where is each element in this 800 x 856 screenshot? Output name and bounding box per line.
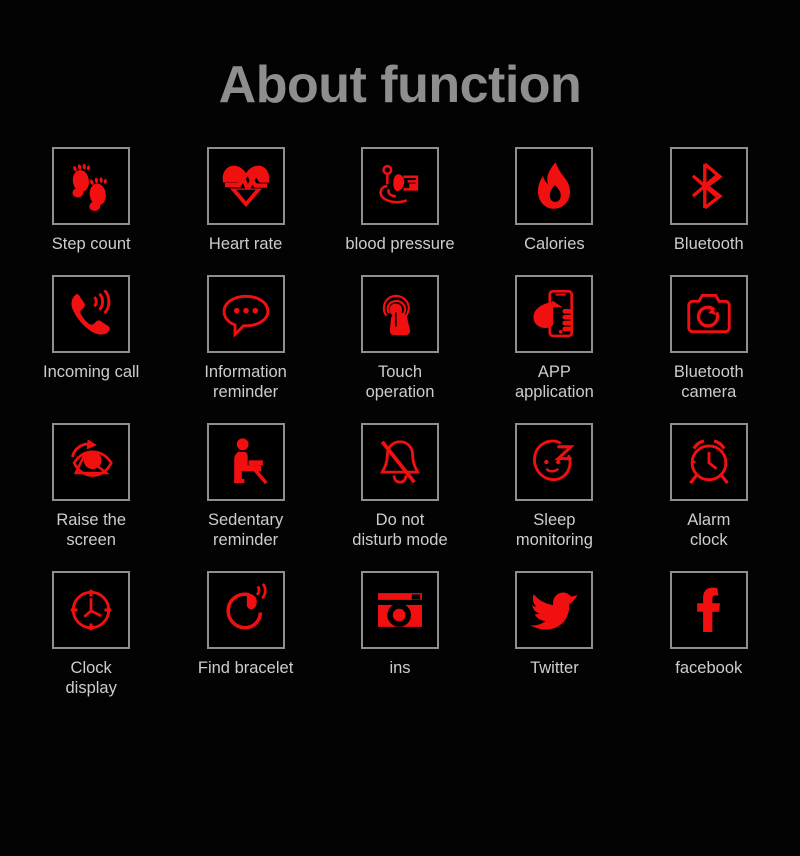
camera-icon	[687, 293, 731, 333]
feature-item-alarm-clock[interactable]: Alarm clock	[639, 422, 779, 550]
about-function-page: About function Step count Heart rate blo…	[0, 0, 800, 856]
icon-box[interactable]	[360, 570, 439, 649]
speech-bubble-dots-icon	[222, 294, 269, 338]
icon-box[interactable]	[52, 274, 131, 353]
feature-label: Incoming call	[43, 362, 140, 381]
alarm-clock-icon	[688, 439, 729, 484]
feature-item-heart-rate[interactable]: Heart rate	[176, 146, 316, 254]
touch-gesture-icon	[382, 294, 411, 335]
feature-item-blood-pressure[interactable]: blood pressure	[330, 146, 470, 254]
feature-item-touch-operation[interactable]: Touch operation	[330, 274, 470, 402]
heart-pulse-icon	[222, 165, 269, 207]
feature-item-bluetooth[interactable]: Bluetooth	[639, 146, 779, 254]
flame-icon	[538, 162, 571, 209]
feature-item-raise-the-screen[interactable]: Raise the screen	[21, 422, 161, 550]
feature-item-calories[interactable]: Calories	[484, 146, 624, 254]
feature-label: Calories	[524, 234, 585, 253]
feature-item-information-reminder[interactable]: Information reminder	[176, 274, 316, 402]
feature-item-app-application[interactable]: APP application	[484, 274, 624, 402]
feature-label: Alarm clock	[687, 510, 731, 549]
icon-box[interactable]	[515, 146, 594, 225]
feature-item-sleep-monitoring[interactable]: Sleep monitoring	[484, 422, 624, 550]
icon-box[interactable]	[515, 274, 594, 353]
feature-item-find-bracelet[interactable]: Find bracelet	[176, 570, 316, 698]
feature-label: Heart rate	[208, 234, 283, 253]
facebook-f-icon	[696, 587, 720, 632]
feature-label: Information reminder	[204, 362, 287, 401]
icon-box[interactable]	[360, 146, 439, 225]
feature-label: Step count	[51, 234, 131, 253]
icon-box[interactable]	[669, 570, 748, 649]
feature-label: Bluetooth	[673, 234, 744, 253]
icon-box[interactable]	[206, 422, 285, 501]
feature-item-clock-display[interactable]: Clock display	[21, 570, 161, 698]
bluetooth-icon	[691, 162, 723, 210]
instagram-icon	[378, 592, 422, 627]
feature-label: facebook	[675, 658, 743, 677]
icon-box[interactable]	[52, 570, 131, 649]
feature-item-instagram[interactable]: ins	[330, 570, 470, 698]
feature-label: Sedentary reminder	[207, 510, 284, 549]
icon-box[interactable]	[52, 422, 131, 501]
feature-label: APP application	[514, 362, 594, 401]
feature-label: blood pressure	[345, 234, 455, 253]
page-title: About function	[218, 56, 582, 114]
ringing-phone-icon	[71, 289, 111, 335]
icon-box[interactable]	[206, 146, 285, 225]
icon-box[interactable]	[515, 422, 594, 501]
vibrating-bracelet-icon	[226, 582, 267, 630]
icon-box[interactable]	[360, 422, 439, 501]
blood-pressure-monitor-icon	[379, 164, 419, 204]
feature-label: Sleep monitoring	[515, 510, 593, 549]
feature-item-facebook[interactable]: facebook	[639, 570, 779, 698]
sleeping-face-z-icon	[533, 439, 576, 481]
twitter-bird-icon	[530, 592, 579, 630]
feature-item-bluetooth-camera[interactable]: Bluetooth camera	[639, 274, 779, 402]
icon-box[interactable]	[206, 274, 285, 353]
feature-item-do-not-disturb[interactable]: Do not disturb mode	[330, 422, 470, 550]
feature-label: Touch operation	[365, 362, 435, 401]
icon-box[interactable]	[52, 146, 131, 225]
feature-item-twitter[interactable]: Twitter	[484, 570, 624, 698]
feature-label: Twitter	[530, 658, 579, 677]
feature-label: Do not disturb mode	[352, 510, 448, 549]
eye-rotate-icon	[71, 439, 113, 477]
icon-box[interactable]	[669, 422, 748, 501]
feature-label: Raise the screen	[56, 510, 127, 549]
bell-slash-icon	[379, 440, 421, 484]
feature-label: Bluetooth camera	[673, 362, 744, 401]
feature-item-incoming-call[interactable]: Incoming call	[21, 274, 161, 402]
icon-box[interactable]	[206, 570, 285, 649]
icon-box[interactable]	[669, 146, 748, 225]
feature-grid: Step count Heart rate blood pressure Cal…	[0, 146, 800, 698]
seated-person-icon	[233, 438, 268, 485]
clock-dial-icon	[70, 589, 112, 631]
hand-holding-phone-icon	[533, 289, 574, 338]
feature-item-step-count[interactable]: Step count	[21, 146, 161, 254]
icon-box[interactable]	[360, 274, 439, 353]
footprints-icon	[72, 163, 108, 211]
feature-label: ins	[389, 658, 411, 677]
feature-label: Clock display	[65, 658, 117, 697]
feature-label: Find bracelet	[197, 658, 294, 677]
feature-item-sedentary-reminder[interactable]: Sedentary reminder	[176, 422, 316, 550]
icon-box[interactable]	[669, 274, 748, 353]
icon-box[interactable]	[515, 570, 594, 649]
